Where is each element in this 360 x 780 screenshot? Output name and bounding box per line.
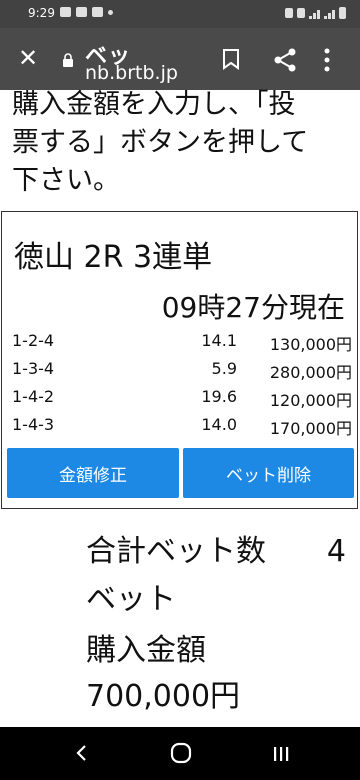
purchase-label: 購入金額	[86, 633, 206, 668]
browser-toolbar: ✕ ベッ nb.brtb.jp	[0, 28, 360, 90]
race-title: 徳山 2R 3連単	[14, 240, 213, 275]
bet-row: 1-4-2 19.6 120,000円	[12, 387, 352, 413]
bet-card: 徳山 2R 3連単 09時27分現在 1-2-4 14.1 130,000円 1…	[1, 211, 358, 509]
bet-amount: 130,000円	[269, 335, 352, 354]
instruction-text: 購入金額を入力し、「投 票する」ボタンを押して 下さい。	[12, 86, 358, 200]
bet-amount: 280,000円	[269, 363, 352, 382]
bet-amount: 170,000円	[269, 419, 352, 438]
delete-bet-button[interactable]: ベット削除	[183, 448, 354, 498]
share-icon[interactable]	[272, 47, 298, 73]
purchase-summary: 購入金額 700,000円	[86, 628, 240, 720]
bet-combo: 1-4-2	[12, 387, 55, 406]
as-of-time: 09時27分現在	[161, 291, 345, 324]
more-options-icon[interactable]	[322, 46, 332, 74]
bet-row: 1-4-3 14.0 170,000円	[12, 415, 352, 441]
recent-apps-icon[interactable]	[270, 744, 292, 764]
bet-combo: 1-2-4	[12, 331, 55, 350]
signal-icon-2	[324, 8, 335, 19]
cloud-icon	[76, 7, 87, 17]
bet-odds: 14.1	[201, 331, 237, 350]
dot-icon	[108, 10, 113, 15]
home-icon[interactable]	[170, 742, 192, 764]
edit-amount-button[interactable]: 金額修正	[7, 448, 179, 498]
alarm-icon	[285, 8, 293, 18]
system-navigation-bar	[0, 727, 360, 780]
gallery-icon	[92, 7, 103, 17]
bet-odds: 19.6	[201, 387, 237, 406]
back-icon[interactable]	[72, 743, 92, 763]
page-url[interactable]: nb.brtb.jp	[85, 62, 178, 84]
bet-combo: 1-3-4	[12, 359, 55, 378]
total-bets-count: 4	[326, 534, 346, 569]
image-icon	[60, 7, 71, 17]
bet-odds: 14.0	[201, 415, 237, 434]
instruction-text-content: 購入金額を入力し、「投 票する」ボタンを押して 下さい。	[12, 89, 309, 196]
battery-icon	[339, 7, 346, 19]
total-bets-unit: ベット	[86, 582, 176, 617]
bet-odds: 5.9	[211, 359, 237, 378]
total-bets-label: 合計ベット数	[86, 534, 266, 569]
bet-summary: 合計ベット数 4 ベット	[86, 528, 356, 624]
bet-row: 1-2-4 14.1 130,000円	[12, 331, 352, 357]
status-time: 9:29	[28, 6, 55, 20]
purchase-amount: 700,000円	[86, 679, 241, 714]
close-icon[interactable]: ✕	[14, 44, 42, 72]
signal-icon	[309, 8, 320, 19]
bet-amount: 120,000円	[269, 391, 352, 410]
status-bar: 9:29	[0, 0, 360, 28]
bet-combo: 1-4-3	[12, 415, 55, 434]
bookmark-icon[interactable]	[222, 48, 240, 70]
notification-icons	[60, 7, 113, 17]
system-icons	[285, 7, 346, 19]
mute-icon	[297, 8, 305, 18]
lock-icon	[63, 53, 73, 67]
bet-row: 1-3-4 5.9 280,000円	[12, 359, 352, 385]
